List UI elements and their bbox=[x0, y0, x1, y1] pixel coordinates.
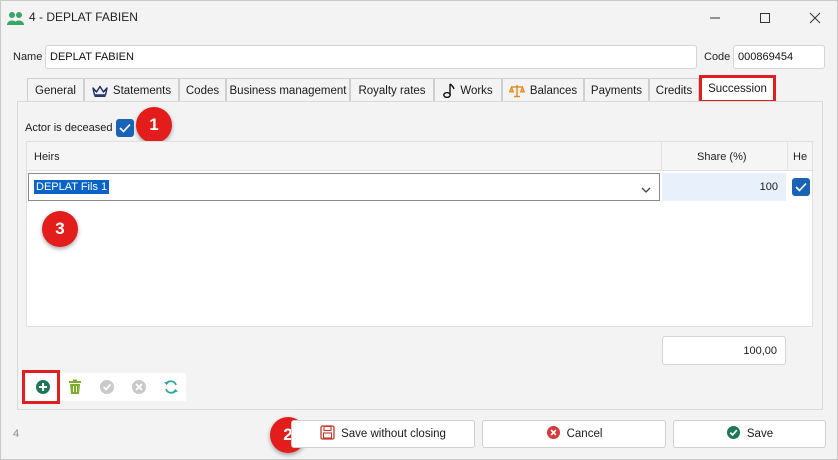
minimize-button[interactable] bbox=[692, 1, 738, 35]
scales-icon bbox=[508, 84, 525, 98]
record-number: 4 bbox=[13, 428, 20, 440]
tab-label: Business management bbox=[229, 84, 347, 97]
deceased-checkbox[interactable] bbox=[116, 119, 134, 137]
heir-value: DEPLAT Fils 1 bbox=[34, 180, 110, 194]
heir-dropdown[interactable]: DEPLAT Fils 1 bbox=[28, 173, 660, 201]
tab-works[interactable]: Works bbox=[434, 78, 502, 102]
column-heirs[interactable]: Heirs bbox=[34, 142, 60, 171]
checkmark-icon bbox=[795, 182, 807, 192]
name-field[interactable]: DEPLAT FABIEN bbox=[45, 45, 697, 69]
column-he[interactable]: He bbox=[793, 142, 807, 171]
annotation-badge-1: 1 bbox=[136, 107, 172, 143]
save-button[interactable]: Save bbox=[673, 420, 826, 448]
people-icon bbox=[7, 10, 25, 26]
tab-label: Codes bbox=[185, 84, 220, 97]
check-circle-icon bbox=[726, 425, 741, 443]
dialog-window: 4 - DEPLAT FABIEN Name DEPLAT FABIEN Cod… bbox=[0, 0, 838, 460]
check-circle-icon[interactable] bbox=[97, 377, 117, 397]
add-button-highlight bbox=[22, 370, 60, 404]
tab-business-management[interactable]: Business management bbox=[226, 78, 350, 102]
heir-checkbox[interactable] bbox=[792, 178, 810, 196]
tab-payments[interactable]: Payments bbox=[584, 78, 649, 102]
tab-label: Credits bbox=[655, 84, 693, 97]
code-label: Code bbox=[704, 51, 731, 63]
checkmark-icon bbox=[119, 123, 131, 133]
share-cell[interactable]: 100 bbox=[662, 173, 786, 201]
name-label: Name bbox=[13, 51, 43, 63]
tab-label: Succession bbox=[708, 83, 767, 95]
cancel-circle-icon bbox=[546, 425, 561, 443]
cancel-circle-icon[interactable] bbox=[129, 377, 149, 397]
table-row[interactable]: DEPLAT Fils 1 100 bbox=[27, 173, 812, 201]
cancel-button[interactable]: Cancel bbox=[482, 420, 666, 448]
column-divider bbox=[787, 142, 788, 171]
crown-icon bbox=[92, 85, 108, 97]
code-field[interactable]: 000869454 bbox=[733, 45, 825, 69]
grid-header: Heirs Share (%) He bbox=[27, 142, 812, 171]
tab-general[interactable]: General bbox=[27, 78, 84, 102]
floppy-disk-icon bbox=[320, 425, 335, 443]
button-label: Cancel bbox=[566, 428, 603, 440]
trash-icon[interactable] bbox=[65, 377, 85, 397]
window-title: 4 - DEPLAT FABIEN bbox=[29, 10, 138, 24]
tab-label: Payments bbox=[590, 84, 643, 97]
tab-royalty-rates[interactable]: Royalty rates bbox=[350, 78, 434, 102]
button-label: Save without closing bbox=[341, 428, 446, 440]
tab-label: General bbox=[35, 84, 76, 97]
button-label: Save bbox=[746, 428, 774, 440]
title-bar: 4 - DEPLAT FABIEN bbox=[1, 1, 837, 35]
save-without-closing-button[interactable]: Save without closing bbox=[291, 420, 475, 448]
heirs-grid: Heirs Share (%) He DEPLAT Fils 1 100 bbox=[26, 141, 813, 327]
column-divider bbox=[661, 142, 662, 171]
tab-label: Royalty rates bbox=[358, 84, 426, 97]
refresh-icon[interactable] bbox=[161, 377, 181, 397]
column-share[interactable]: Share (%) bbox=[697, 142, 747, 171]
deceased-label: Actor is deceased bbox=[25, 122, 113, 134]
tab-balances[interactable]: Balances bbox=[502, 78, 584, 102]
tab-label: Statements bbox=[112, 84, 172, 97]
music-note-icon bbox=[443, 83, 455, 98]
annotation-badge-3: 3 bbox=[42, 211, 78, 247]
tab-succession[interactable]: Succession bbox=[699, 75, 776, 103]
tab-label: Works bbox=[460, 84, 493, 97]
tab-statements[interactable]: Statements bbox=[84, 78, 179, 102]
maximize-button[interactable] bbox=[742, 1, 788, 35]
tab-codes[interactable]: Codes bbox=[179, 78, 226, 102]
tab-credits[interactable]: Credits bbox=[649, 78, 699, 102]
close-button[interactable] bbox=[792, 1, 838, 35]
tab-label: Balances bbox=[529, 84, 578, 97]
total-share-field: 100,00 bbox=[662, 336, 786, 365]
chevron-down-icon[interactable] bbox=[641, 183, 651, 197]
